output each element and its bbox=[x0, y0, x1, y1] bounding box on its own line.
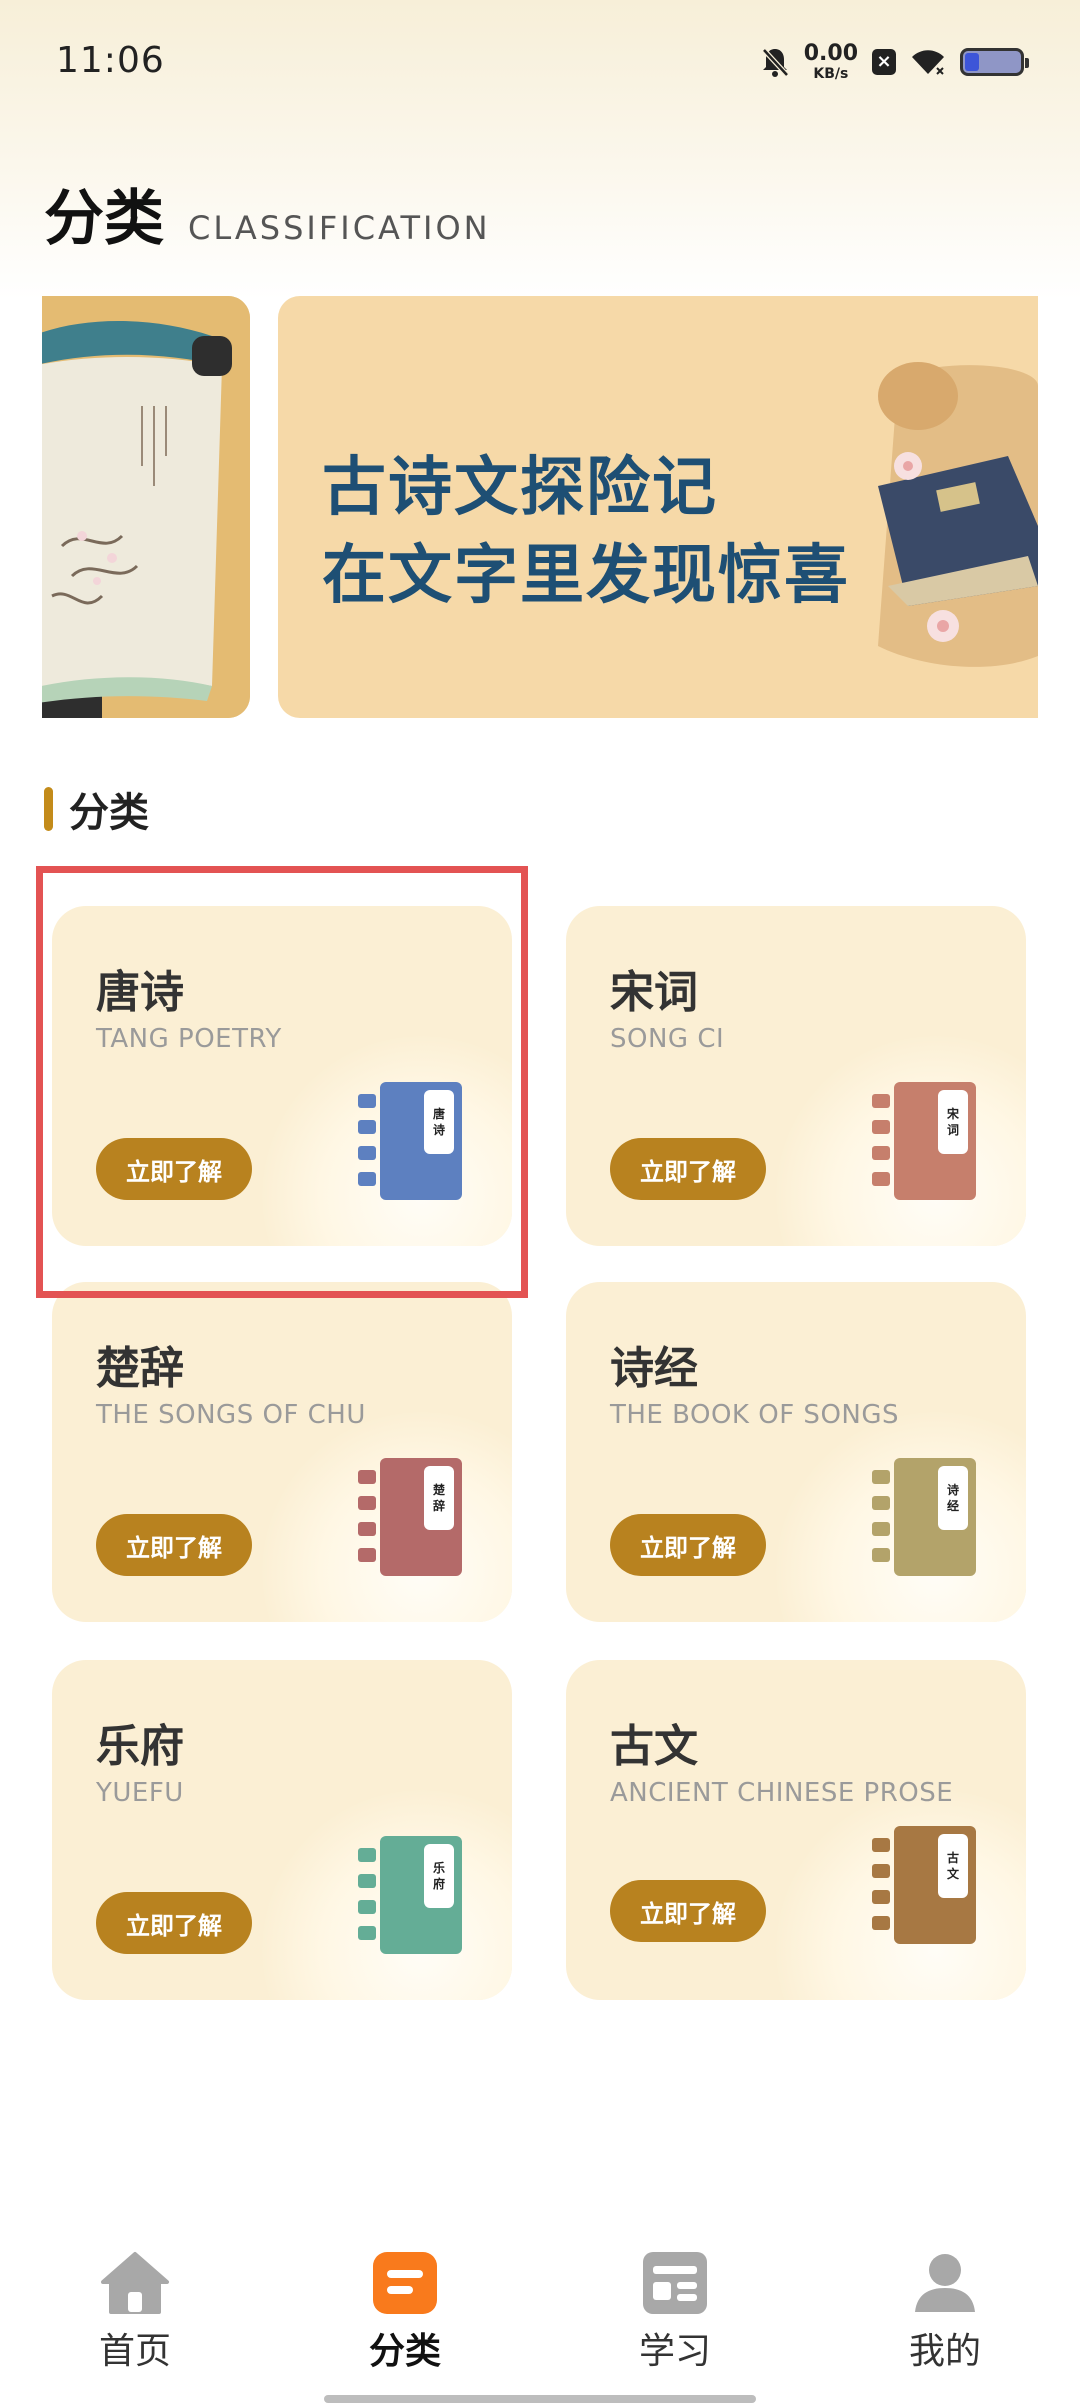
card-subtitle: ANCIENT CHINESE PROSE bbox=[610, 1778, 954, 1808]
category-card-song-ci[interactable]: 宋词 SONG CI 立即了解 宋词 bbox=[566, 906, 1026, 1246]
book-label: 诗经 bbox=[938, 1466, 968, 1530]
net-speed: 0.00 KB/s bbox=[803, 41, 858, 82]
card-subtitle: THE BOOK OF SONGS bbox=[610, 1400, 900, 1430]
card-title: 乐府 bbox=[96, 1721, 184, 1772]
category-card-shi-jing[interactable]: 诗经 THE BOOK OF SONGS 立即了解 诗经 bbox=[566, 1282, 1026, 1622]
nav-item-home[interactable]: 首页 bbox=[35, 2250, 235, 2374]
card-title: 古文 bbox=[610, 1721, 698, 1772]
banner-headline-2: 在文字里发现惊喜 bbox=[322, 539, 850, 613]
home-icon bbox=[101, 2252, 169, 2314]
scroll-illustration bbox=[42, 296, 250, 718]
category-icon bbox=[373, 2252, 437, 2314]
book-scroll-illustration bbox=[878, 362, 1038, 667]
book-label: 宋词 bbox=[938, 1090, 968, 1154]
section-title: 分类 bbox=[69, 790, 149, 836]
wifi-icon bbox=[912, 50, 944, 75]
book-label: 唐诗 bbox=[424, 1090, 454, 1154]
profile-icon bbox=[915, 2254, 975, 2312]
banner-slide-previous[interactable] bbox=[42, 296, 250, 718]
learn-more-button[interactable]: 立即了解 bbox=[610, 1138, 766, 1200]
section-accent-bar bbox=[44, 787, 53, 831]
battery-icon bbox=[960, 48, 1029, 76]
book-icon: 诗经 bbox=[872, 1458, 976, 1576]
book-icon: 古文 bbox=[872, 1826, 976, 1944]
mute-bell-icon bbox=[761, 48, 789, 77]
learn-more-button[interactable]: 立即了解 bbox=[96, 1138, 252, 1200]
nav-item-study[interactable]: 学习 bbox=[575, 2250, 775, 2374]
book-icon: 楚辞 bbox=[358, 1458, 462, 1576]
net-speed-unit: KB/s bbox=[813, 66, 849, 82]
section-heading: 分类 bbox=[44, 780, 149, 838]
card-subtitle: YUEFU bbox=[96, 1778, 184, 1808]
book-icon: 唐诗 bbox=[358, 1082, 462, 1200]
home-indicator[interactable] bbox=[324, 2395, 756, 2403]
page-title: 分类 bbox=[44, 184, 164, 254]
learn-more-button[interactable]: 立即了解 bbox=[610, 1880, 766, 1942]
net-speed-value: 0.00 bbox=[803, 41, 858, 66]
page-subtitle: CLASSIFICATION bbox=[188, 209, 491, 247]
status-icons: 0.00 KB/s × bbox=[760, 40, 1029, 84]
card-subtitle: THE SONGS OF CHU bbox=[96, 1400, 366, 1430]
learn-more-button[interactable]: 立即了解 bbox=[96, 1892, 252, 1954]
book-label: 乐府 bbox=[424, 1844, 454, 1908]
category-card-yuefu[interactable]: 乐府 YUEFU 立即了解 乐府 bbox=[52, 1660, 512, 2000]
nav-label-home: 首页 bbox=[98, 2331, 171, 2372]
card-title: 诗经 bbox=[610, 1343, 698, 1394]
study-icon bbox=[643, 2252, 707, 2314]
page-header: 分类 CLASSIFICATION bbox=[44, 170, 491, 257]
learn-more-button[interactable]: 立即了解 bbox=[96, 1514, 252, 1576]
nav-label-profile: 我的 bbox=[908, 2331, 981, 2372]
nav-label-category: 分类 bbox=[368, 2331, 441, 2372]
book-icon: 宋词 bbox=[872, 1082, 976, 1200]
card-subtitle: TANG POETRY bbox=[96, 1024, 282, 1054]
nav-label-study: 学习 bbox=[638, 2331, 711, 2372]
book-label: 古文 bbox=[938, 1834, 968, 1898]
nav-item-profile[interactable]: 我的 bbox=[845, 2250, 1045, 2374]
learn-more-button[interactable]: 立即了解 bbox=[610, 1514, 766, 1576]
banner-slide-current[interactable]: 古诗文探险记 在文字里发现惊喜 bbox=[278, 296, 1038, 718]
card-title: 楚辞 bbox=[96, 1343, 184, 1394]
status-time: 11:06 bbox=[56, 40, 165, 81]
book-icon: 乐府 bbox=[358, 1836, 462, 1954]
card-subtitle: SONG CI bbox=[610, 1024, 725, 1054]
card-title: 唐诗 bbox=[96, 967, 184, 1018]
status-bar: 11:06 0.00 KB/s × bbox=[0, 0, 1080, 120]
nav-item-category[interactable]: 分类 bbox=[305, 2250, 505, 2374]
bottom-nav: 首页 分类 学习 我的 bbox=[0, 2240, 1080, 2408]
category-card-chu-ci[interactable]: 楚辞 THE SONGS OF CHU 立即了解 楚辞 bbox=[52, 1282, 512, 1622]
book-label: 楚辞 bbox=[424, 1466, 454, 1530]
category-card-tang-poetry[interactable]: 唐诗 TANG POETRY 立即了解 唐诗 bbox=[52, 906, 512, 1246]
close-square-icon: × bbox=[872, 49, 896, 75]
category-card-ancient-prose[interactable]: 古文 ANCIENT CHINESE PROSE 立即了解 古文 bbox=[566, 1660, 1026, 2000]
banner-headline-1: 古诗文探险记 bbox=[322, 451, 718, 525]
card-title: 宋词 bbox=[610, 967, 698, 1018]
